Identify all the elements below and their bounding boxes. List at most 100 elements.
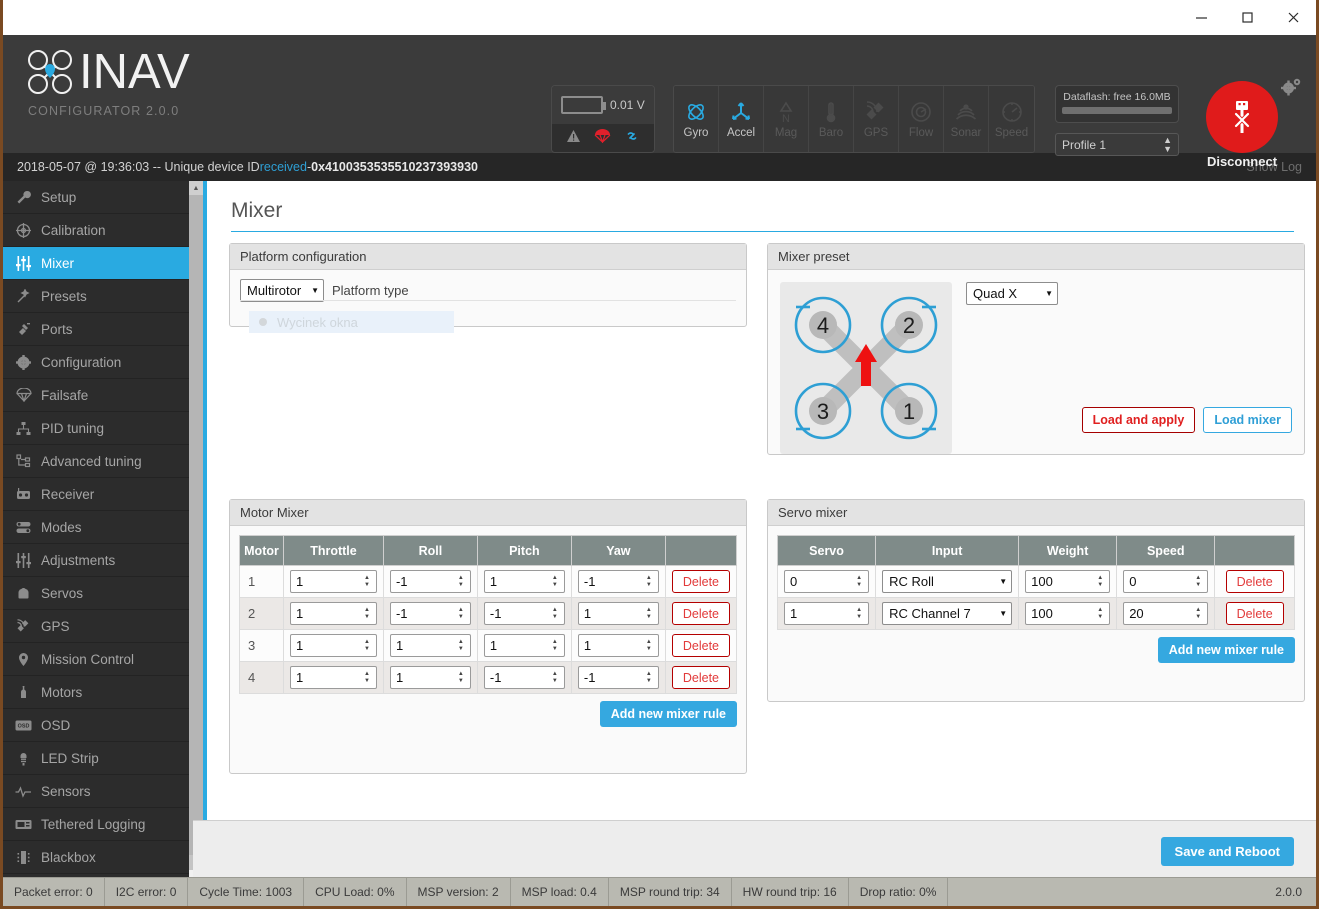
table-row: 2 1 ▲ ▼ -1 ▲ ▼ -1 ▲ ▼ 1 ▲ ▼ Delete (239, 597, 738, 630)
speed-input[interactable]: 0 ▲ ▼ (1123, 570, 1209, 593)
sidebar-item-tethered-logging[interactable]: Tethered Logging (3, 808, 189, 841)
sidebar-item-label: Receiver (41, 486, 95, 502)
sidebar-item-servos[interactable]: Servos (3, 577, 189, 610)
roll-input[interactable]: -1 ▲ ▼ (389, 602, 471, 625)
col-servo: Servo (776, 535, 877, 566)
yaw-input[interactable]: -1 ▲ ▼ (577, 570, 659, 593)
sensor-label: Sonar (950, 127, 982, 139)
mag-icon: N (775, 99, 797, 125)
sidebar-item-presets[interactable]: Presets (3, 280, 189, 313)
sidebar-item-setup[interactable]: Setup (3, 181, 189, 214)
window-titlebar (3, 0, 1316, 35)
gear-icon[interactable] (1280, 77, 1302, 102)
motor-index: 1 (239, 565, 284, 598)
stepper-icon: ▲ ▼ (645, 639, 652, 652)
weight-input[interactable]: 100 ▲ ▼ (1025, 570, 1111, 593)
sidebar-item-mixer[interactable]: Mixer (3, 247, 189, 280)
motor-mixer-table: Motor Throttle Roll Pitch Yaw 1 1 ▲ ▼ -1… (239, 535, 738, 694)
sidebar-item-ports[interactable]: Ports (3, 313, 189, 346)
sidebar-item-failsafe[interactable]: Failsafe (3, 379, 189, 412)
main-split: Setup Calibration Mixer Presets Ports Co… (3, 181, 1316, 884)
yaw-input[interactable]: -1 ▲ ▼ (577, 666, 659, 689)
sidebar-item-adjustments[interactable]: Adjustments (3, 544, 189, 577)
yaw-input[interactable]: 1 ▲ ▼ (577, 634, 659, 657)
stepper-icon: ▲ ▼ (551, 575, 558, 588)
window-snip-overlay: Wycinek okna (249, 311, 454, 333)
sidebar-item-osd[interactable]: OSD OSD (3, 709, 189, 742)
sidebar-item-motors[interactable]: Motors (3, 676, 189, 709)
sidebar-item-receiver[interactable]: Receiver (3, 478, 189, 511)
sidebar-item-pid-tuning[interactable]: PID tuning (3, 412, 189, 445)
scrollbar-thumb[interactable] (189, 195, 203, 855)
scroll-up-icon[interactable]: ▲ (189, 181, 203, 195)
sensor-flow[interactable]: Flow (899, 86, 944, 152)
motor-number-3: 3 (817, 399, 829, 424)
sidebar-item-calibration[interactable]: Calibration (3, 214, 189, 247)
delete-button[interactable]: Delete (671, 602, 730, 625)
stepper-icon: ▲ ▼ (457, 639, 464, 652)
delete-button[interactable]: Delete (671, 634, 730, 657)
servo-input[interactable]: 0 ▲ ▼ (784, 570, 870, 593)
sensor-gyro[interactable]: Gyro (674, 86, 719, 152)
sidebar-item-led-strip[interactable]: LED Strip (3, 742, 189, 775)
throttle-input[interactable]: 1 ▲ ▼ (290, 634, 377, 657)
delete-button[interactable]: Delete (1225, 570, 1284, 593)
yaw-input[interactable]: 1 ▲ ▼ (577, 602, 659, 625)
sidebar-item-sensors[interactable]: Sensors (3, 775, 189, 808)
sensor-sonar[interactable]: Sonar (944, 86, 989, 152)
minimize-icon[interactable] (1178, 0, 1224, 35)
pitch-input[interactable]: -1 ▲ ▼ (483, 666, 565, 689)
add-motor-mixer-rule-button[interactable]: Add new mixer rule (599, 701, 737, 727)
pitch-input[interactable]: -1 ▲ ▼ (483, 602, 565, 625)
status-packet-error: Packet error: 0 (3, 878, 105, 906)
roll-input[interactable]: 1 ▲ ▼ (389, 634, 471, 657)
osd-icon: OSD (15, 719, 32, 732)
load-mixer-button[interactable]: Load mixer (1203, 407, 1292, 433)
throttle-input[interactable]: 1 ▲ ▼ (290, 666, 377, 689)
target-icon (15, 222, 32, 238)
sidebar-item-mission-control[interactable]: Mission Control (3, 643, 189, 676)
svg-text:OSD: OSD (18, 723, 30, 729)
delete-button[interactable]: Delete (671, 570, 730, 593)
input-select[interactable]: RC Channel 7 ▼ (882, 602, 1013, 625)
sensor-speed[interactable]: Speed (989, 86, 1034, 152)
speed-input[interactable]: 20 ▲ ▼ (1123, 602, 1209, 625)
throttle-input[interactable]: 1 ▲ ▼ (290, 602, 377, 625)
sidebar-item-advanced-tuning[interactable]: Advanced tuning (3, 445, 189, 478)
throttle-input[interactable]: 1 ▲ ▼ (290, 570, 377, 593)
sensor-gps[interactable]: GPS (854, 86, 899, 152)
save-and-reboot-button[interactable]: Save and Reboot (1160, 837, 1294, 866)
close-icon[interactable] (1270, 0, 1316, 35)
sidebar-item-configuration[interactable]: Configuration (3, 346, 189, 379)
profile-select[interactable]: Profile 1 ▲ ▼ (1055, 133, 1179, 156)
load-and-apply-button[interactable]: Load and apply (1081, 407, 1196, 433)
col-speed: Speed (1116, 535, 1216, 566)
delete-button[interactable]: Delete (671, 666, 730, 689)
input-select[interactable]: RC Roll ▼ (882, 570, 1013, 593)
servo-input[interactable]: 1 ▲ ▼ (784, 602, 870, 625)
disconnect-button[interactable]: Disconnect (1206, 81, 1278, 169)
add-servo-mixer-rule-button[interactable]: Add new mixer rule (1157, 637, 1295, 663)
weight-input[interactable]: 100 ▲ ▼ (1025, 602, 1111, 625)
sidebar-item-blackbox[interactable]: Blackbox (3, 841, 189, 874)
sensor-mag[interactable]: N Mag (764, 86, 809, 152)
sidebar-item-label: Calibration (41, 222, 106, 238)
delete-button[interactable]: Delete (1225, 602, 1284, 625)
sidebar-item-modes[interactable]: Modes (3, 511, 189, 544)
sensor-accel[interactable]: Accel (719, 86, 764, 152)
maximize-icon[interactable] (1224, 0, 1270, 35)
table-row: 1 1 ▲ ▼ -1 ▲ ▼ 1 ▲ ▼ -1 ▲ ▼ Delete (239, 565, 738, 598)
roll-input[interactable]: -1 ▲ ▼ (389, 570, 471, 593)
sidebar-item-gps[interactable]: GPS (3, 610, 189, 643)
dataflash-bar (1062, 107, 1172, 114)
sidebar-scrollbar[interactable]: ▲ ▼ (189, 181, 203, 884)
roll-input[interactable]: 1 ▲ ▼ (389, 666, 471, 689)
pitch-input[interactable]: 1 ▲ ▼ (483, 634, 565, 657)
pitch-input[interactable]: 1 ▲ ▼ (483, 570, 565, 593)
mixer-preset-select[interactable]: Quad X ▼ (966, 282, 1058, 305)
sensor-baro[interactable]: Baro (809, 86, 854, 152)
accel-icon (729, 99, 753, 125)
sliders-icon (15, 255, 32, 271)
platform-type-select[interactable]: Multirotor ▼ (240, 279, 324, 302)
app-window: INAV CONFIGURATOR 2.0.0 0.01 V Gyro Acce… (0, 0, 1319, 909)
